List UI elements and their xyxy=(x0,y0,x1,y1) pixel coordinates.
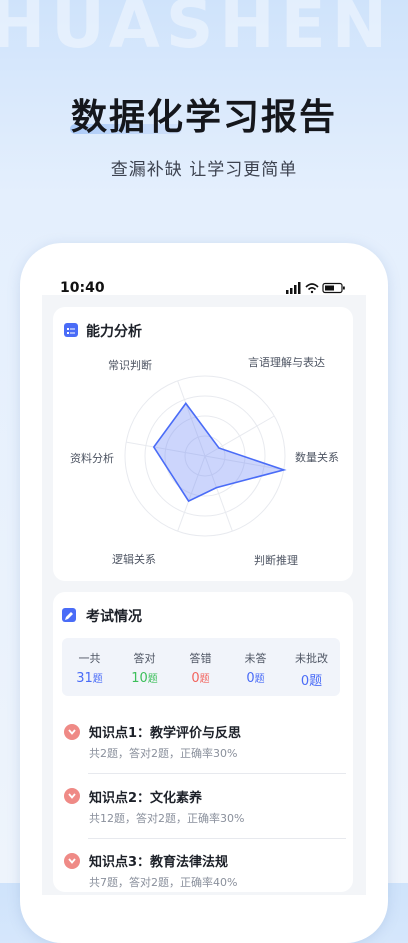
stat-total: 一共 31题 xyxy=(62,638,117,696)
knowledge-point-title[interactable]: 知识点1：教学评价与反思 xyxy=(89,722,241,741)
stat-label: 答对 xyxy=(133,652,156,665)
exam-stats: 一共 31题 答对 10题 答错 0题 未答 0题 未批改 0题 xyxy=(62,638,340,696)
radar-chart xyxy=(124,375,287,537)
stat-wrong: 答错 0题 xyxy=(173,638,228,696)
radar-label-ziliao: 资料分析 xyxy=(70,452,114,465)
radar-label-luoji: 逻辑关系 xyxy=(112,553,156,566)
stat-value: 0题 xyxy=(246,671,265,686)
wifi-icon xyxy=(305,283,319,294)
stat-value: 0题 xyxy=(300,674,323,689)
stat-label: 未批改 xyxy=(295,652,328,665)
signal-icon xyxy=(286,282,301,294)
background-watermark: HUASHEN xyxy=(0,0,393,63)
stat-value: 31题 xyxy=(76,671,103,686)
exam-title: 考试情况 xyxy=(86,609,142,625)
hero-subtitle: 查漏补缺 让学习更简单 xyxy=(110,160,298,180)
knowledge-point-summary: 共7题，答对2题，正确率40% xyxy=(89,876,238,889)
status-icons xyxy=(286,282,345,294)
ability-title: 能力分析 xyxy=(86,324,142,340)
exam-card xyxy=(53,592,353,892)
stat-unanswered: 未答 0题 xyxy=(228,638,283,696)
divider xyxy=(88,773,346,774)
hero-title: 数据化学习报告 xyxy=(70,97,337,138)
knowledge-point-summary: 共2题，答对2题，正确率30% xyxy=(89,747,238,760)
knowledge-point-summary: 共12题，答对2题，正确率30% xyxy=(89,812,245,825)
radar-label-yanyu: 言语理解与表达 xyxy=(248,356,325,369)
status-time: 10:40 xyxy=(60,280,105,296)
divider xyxy=(88,838,346,839)
stat-value: 0题 xyxy=(191,671,210,686)
stat-label: 未答 xyxy=(244,652,267,665)
chevron-down-icon[interactable] xyxy=(64,788,80,804)
battery-icon xyxy=(322,282,345,294)
ability-icon xyxy=(64,323,78,337)
knowledge-point-title[interactable]: 知识点2：文化素养 xyxy=(89,787,202,806)
radar-label-changshi: 常识判断 xyxy=(108,359,152,372)
radar-label-panduan: 判断推理 xyxy=(254,554,298,567)
stat-value: 10题 xyxy=(131,671,158,686)
chevron-down-icon[interactable] xyxy=(64,724,80,740)
stat-label: 一共 xyxy=(78,652,101,665)
stat-label: 答错 xyxy=(189,652,212,665)
stat-correct: 答对 10题 xyxy=(117,638,172,696)
chevron-down-icon[interactable] xyxy=(64,853,80,869)
radar-label-shuliang: 数量关系 xyxy=(295,451,339,464)
edit-icon xyxy=(62,608,76,622)
stat-ungraded: 未批改 0题 xyxy=(284,638,339,696)
knowledge-point-title[interactable]: 知识点3：教育法律法规 xyxy=(89,851,228,870)
